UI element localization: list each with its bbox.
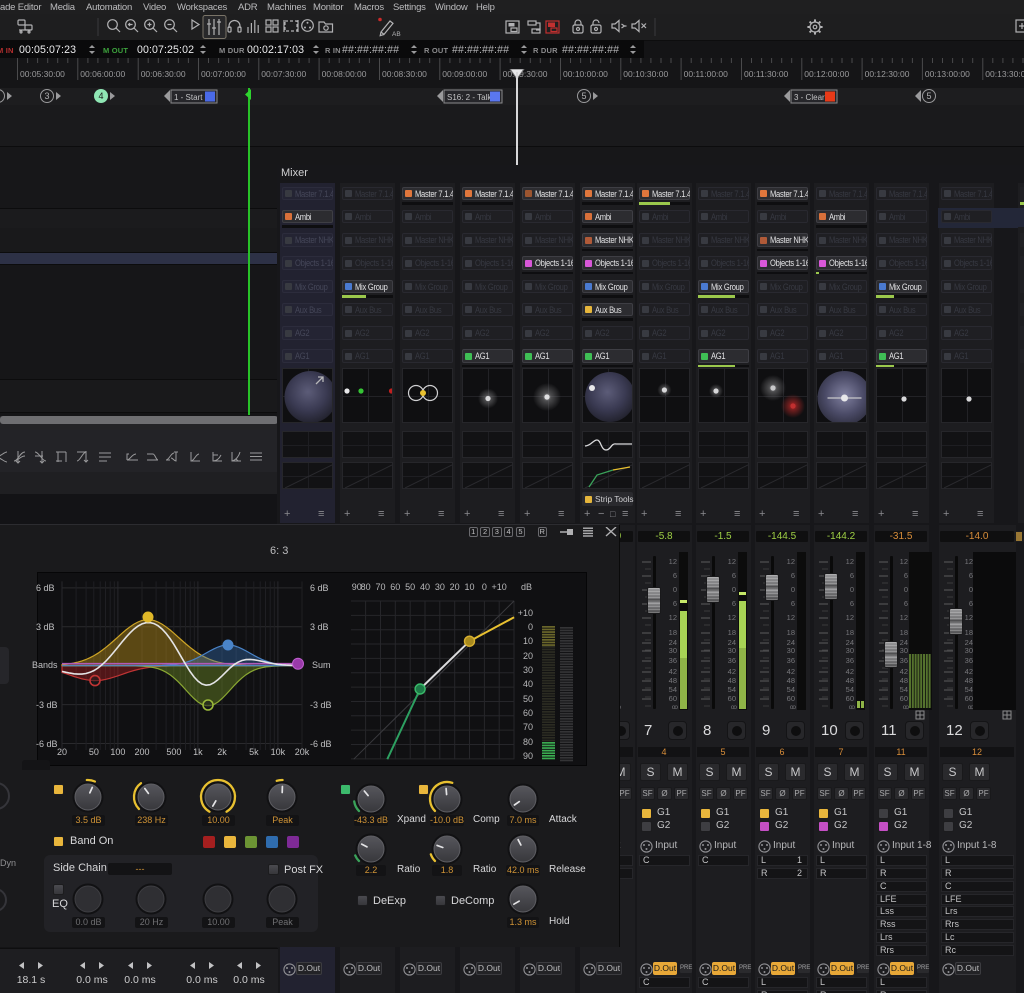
svg-text:00:11:00:00: 00:11:00:00 [684, 69, 729, 79]
svg-text:00:11:30:00: 00:11:30:00 [744, 69, 789, 79]
svg-text:00:10:30:00: 00:10:30:00 [623, 69, 668, 79]
svg-text:00:12:30:00: 00:12:30:00 [865, 69, 910, 79]
svg-text:00:12:00:00: 00:12:00:00 [804, 69, 849, 79]
svg-text:00:13:30:00: 00:13:30:00 [985, 69, 1024, 79]
svg-text:00:13:00:00: 00:13:00:00 [925, 69, 970, 79]
svg-text:3 - Clear: 3 - Clear [794, 93, 825, 102]
svg-text:5: 5 [926, 91, 931, 101]
